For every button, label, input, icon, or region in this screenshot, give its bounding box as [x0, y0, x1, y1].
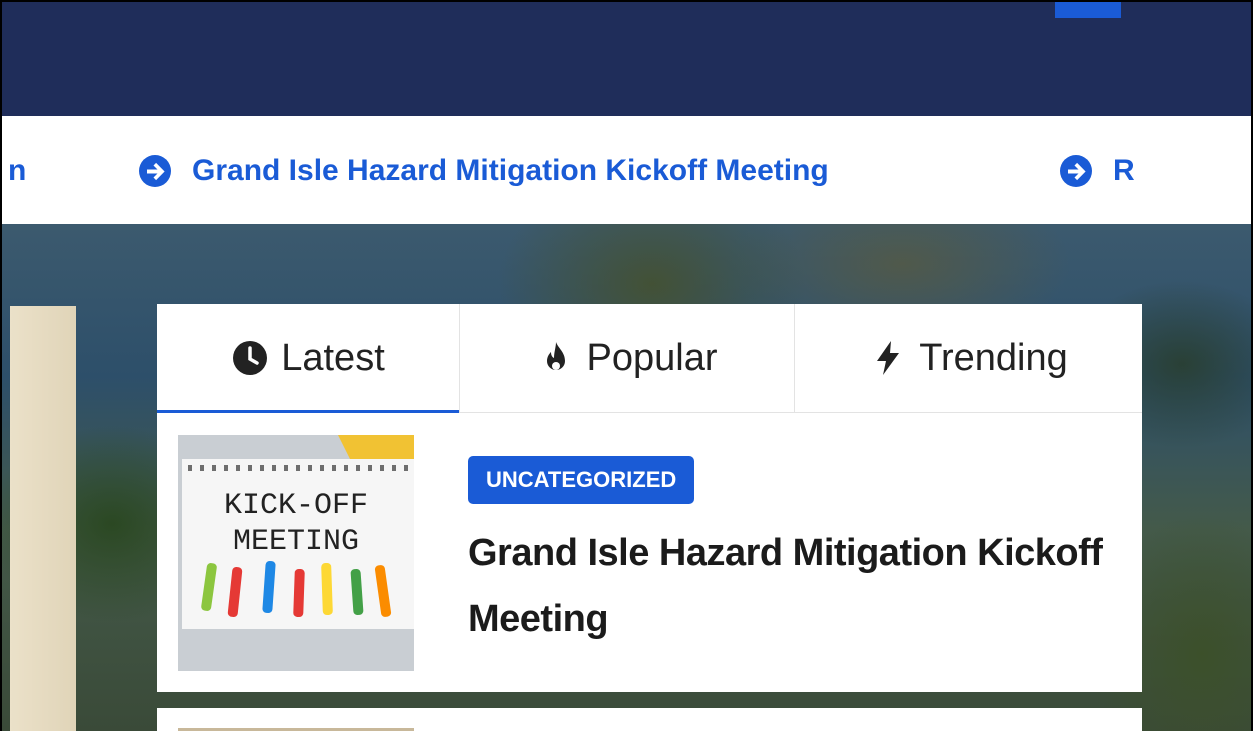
tab-trending[interactable]: Trending: [794, 304, 1142, 412]
news-ticker: n Grand Isle Hazard Mitigation Kickoff M…: [2, 116, 1251, 224]
ticker-item-label: Grand Isle Hazard Mitigation Kickoff Mee…: [192, 154, 829, 187]
posts-tab-widget: Latest Popular Trending KICK-OFF MEETING…: [157, 304, 1142, 692]
tab-bar: Latest Popular Trending: [157, 304, 1142, 413]
arrow-circle-right-icon: [1060, 155, 1092, 187]
ticker-item-label: R: [1113, 154, 1135, 187]
tab-label: Trending: [919, 336, 1068, 379]
tab-label: Latest: [281, 336, 385, 379]
site-header: [2, 2, 1251, 116]
bolt-icon: [877, 341, 900, 375]
clock-icon: [233, 341, 268, 375]
post-item-next[interactable]: [157, 708, 1142, 731]
tab-popular[interactable]: Popular: [459, 304, 794, 412]
header-active-indicator: [1055, 2, 1121, 18]
fire-icon: [546, 342, 565, 370]
page-frame: n Grand Isle Hazard Mitigation Kickoff M…: [0, 0, 1253, 731]
arrow-circle-right-icon: [139, 155, 171, 187]
ticker-item[interactable]: Grand Isle Hazard Mitigation Kickoff Mee…: [138, 154, 829, 188]
tab-label: Popular: [586, 336, 718, 379]
ticker-item-label: n: [8, 154, 27, 187]
side-card: [10, 306, 76, 731]
ticker-item-partial-right[interactable]: R: [1059, 154, 1135, 188]
thumbnail-text: MEETING: [233, 525, 359, 559]
post-title[interactable]: Grand Isle Hazard Mitigation Kickoff Mee…: [468, 520, 1108, 652]
post-item[interactable]: KICK-OFF MEETING UNCATEGORIZED Grand Isl…: [157, 412, 1142, 692]
category-badge[interactable]: UNCATEGORIZED: [468, 456, 695, 504]
ticker-item-partial-left[interactable]: n: [8, 154, 26, 188]
thumbnail-text: KICK-OFF: [224, 489, 368, 523]
post-thumbnail[interactable]: KICK-OFF MEETING: [178, 435, 414, 671]
tab-latest[interactable]: Latest: [157, 304, 459, 413]
